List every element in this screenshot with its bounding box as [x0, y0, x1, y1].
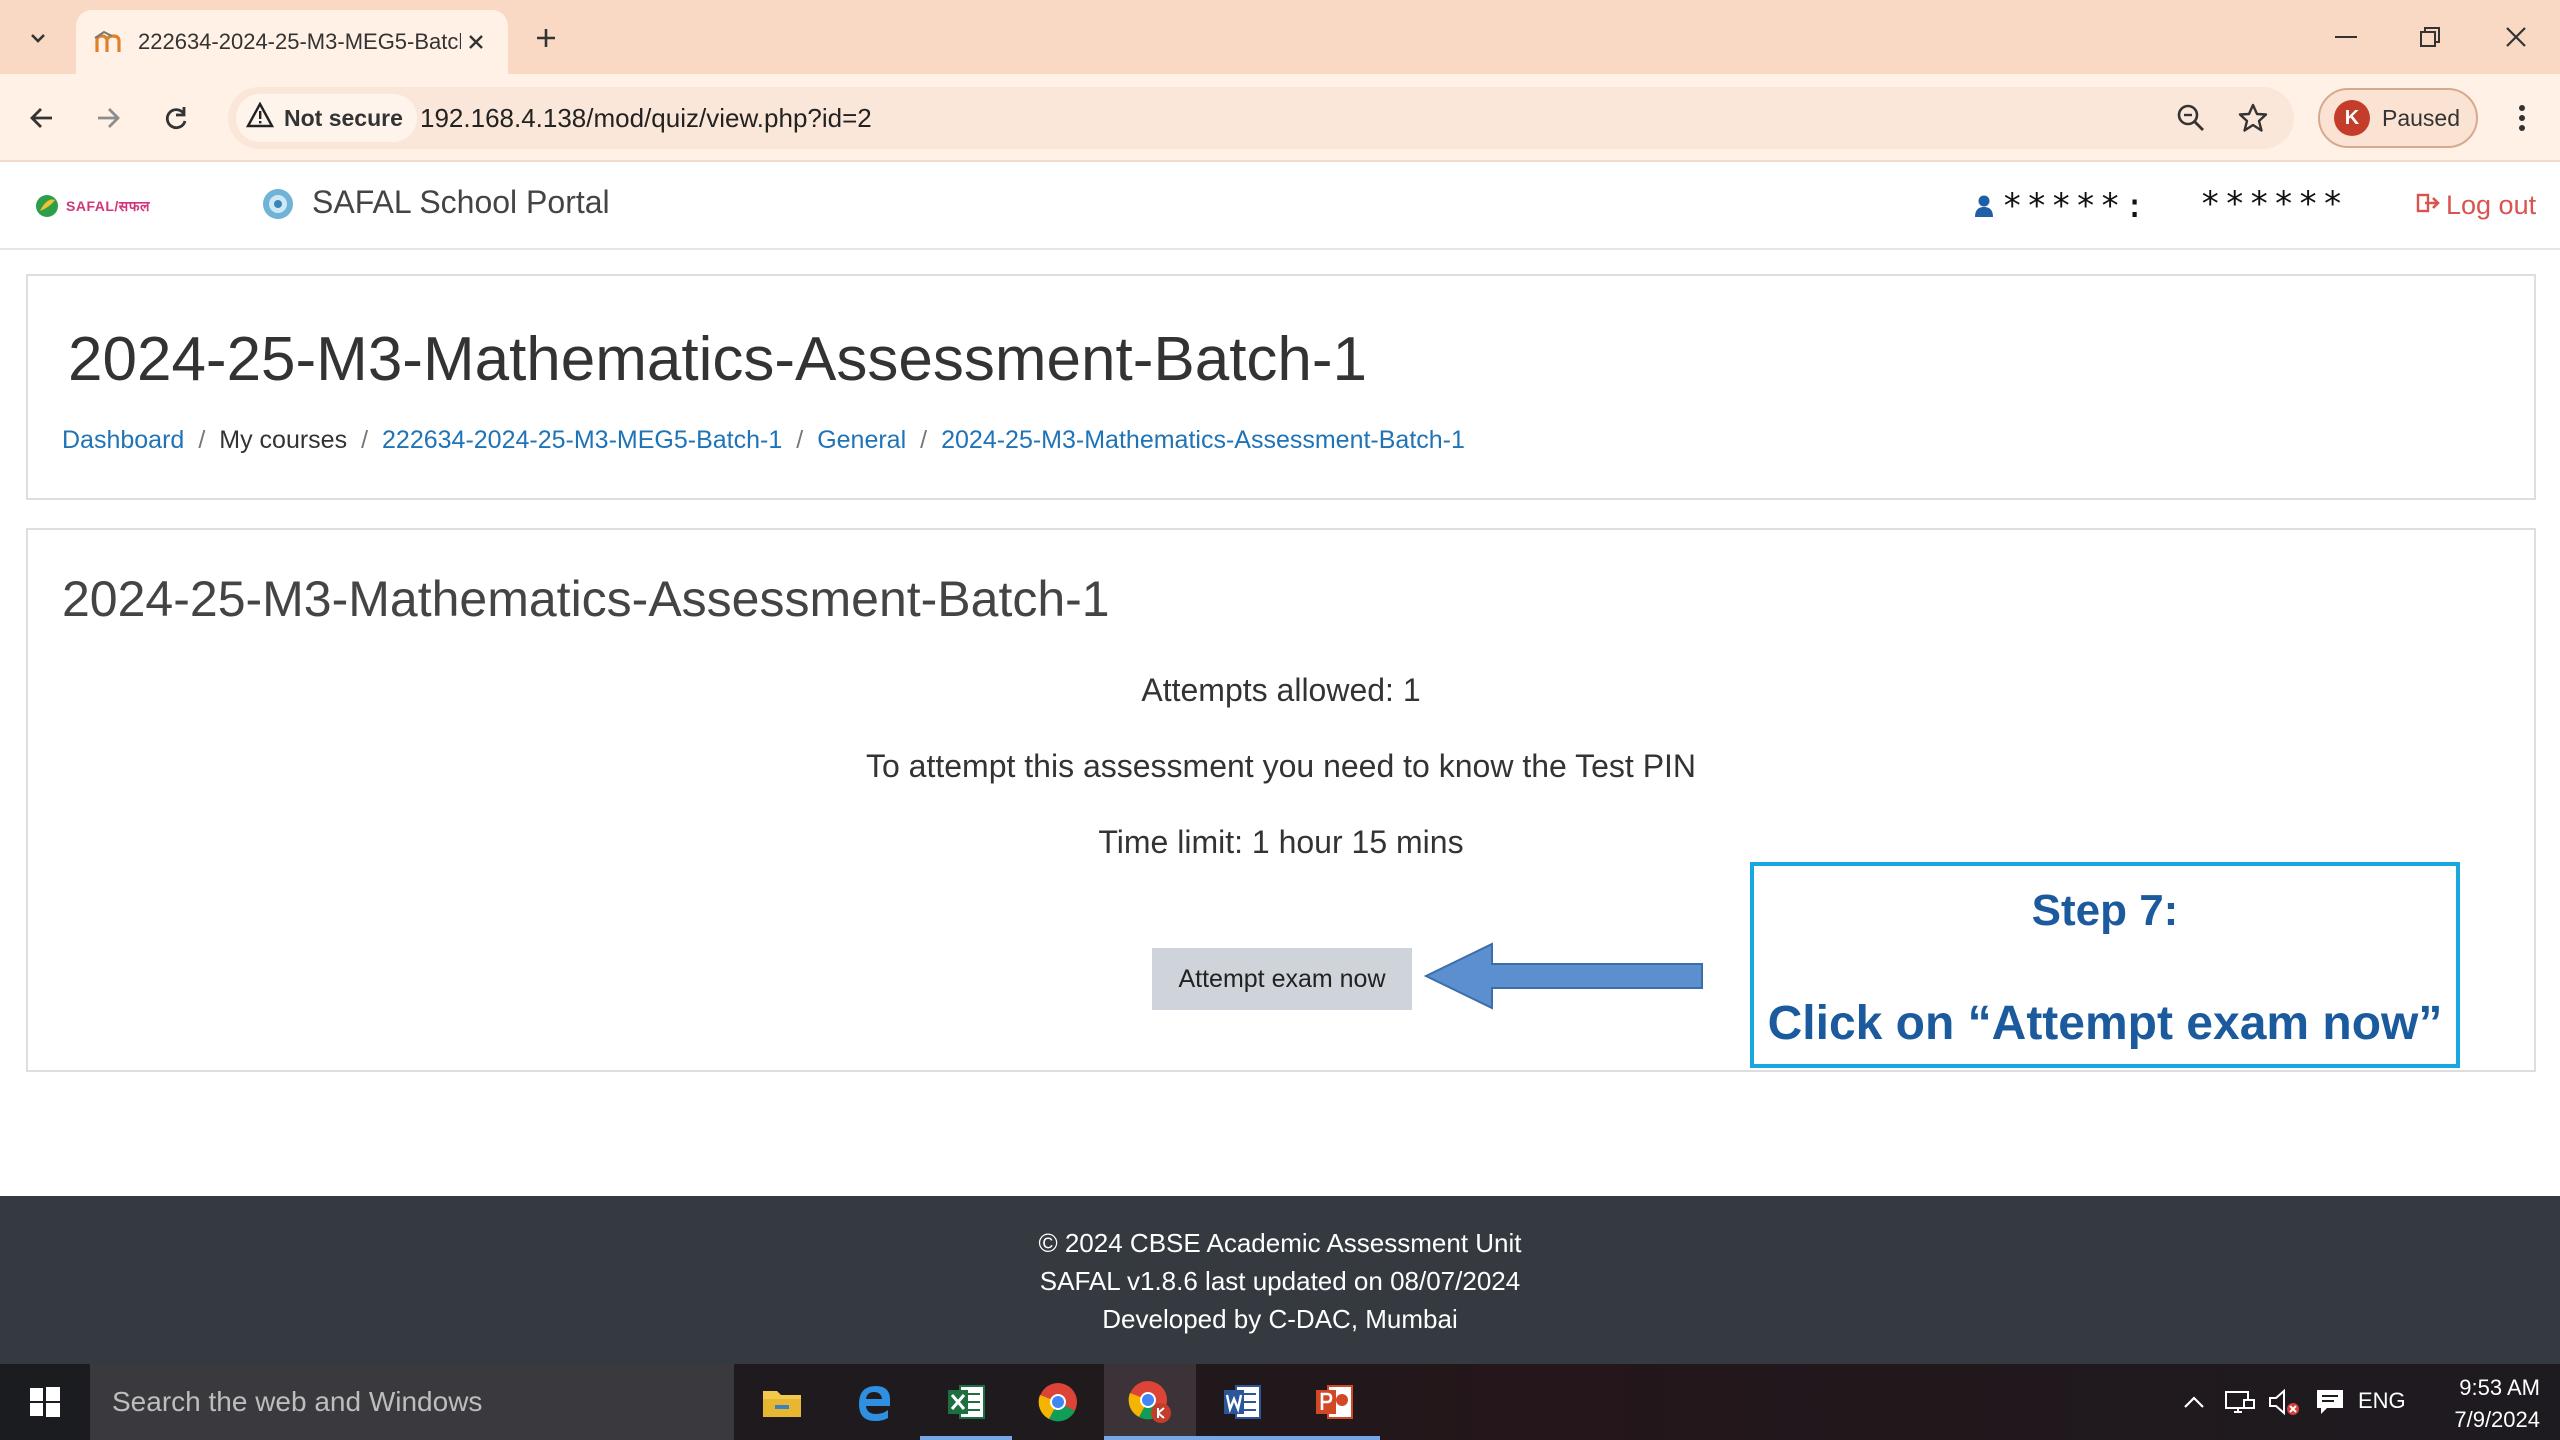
- edge-browser-icon[interactable]: [828, 1364, 920, 1440]
- safal-leaf-icon: [36, 195, 58, 217]
- clock-date: 7/9/2024: [2454, 1407, 2540, 1432]
- page-title: 2024-25-M3-Mathematics-Assessment-Batch-…: [68, 325, 1368, 394]
- user-name: *****:: [2002, 186, 2149, 226]
- tab-title: 222634-2024-25-M3-MEG5-Batch-1: [138, 29, 461, 54]
- test-pin-notice: To attempt this assessment you need to k…: [865, 748, 1697, 784]
- breadcrumb-course[interactable]: 222634-2024-25-M3-MEG5-Batch-1: [382, 426, 782, 455]
- step-instruction: Click on “Attempt exam now”: [1767, 997, 2443, 1050]
- bookmark-star-icon[interactable]: [2232, 97, 2274, 139]
- forward-arrow-icon[interactable]: [86, 96, 130, 140]
- breadcrumb-separator: /: [920, 426, 928, 454]
- new-tab-plus-icon[interactable]: [526, 18, 566, 58]
- chrome-icon[interactable]: [1012, 1364, 1104, 1440]
- browser-menu-kebab-icon[interactable]: [2500, 96, 2544, 140]
- reload-icon[interactable]: [154, 96, 198, 140]
- logout-link[interactable]: Log out: [2416, 190, 2536, 221]
- avatar: K: [2334, 100, 2370, 136]
- attempts-allowed: Attempts allowed: 1: [1141, 672, 1421, 708]
- url-text[interactable]: 192.168.4.138/mod/quiz/view.php?id=2: [420, 103, 872, 134]
- browser-tab-active[interactable]: 222634-2024-25-M3-MEG5-Batch-1: [76, 10, 508, 74]
- word-icon[interactable]: [1196, 1364, 1288, 1440]
- breadcrumb-general[interactable]: General: [817, 426, 906, 455]
- windows-taskbar: Search the web and Windows ENG 9:53 AM 7…: [0, 1364, 2560, 1440]
- browser-tab-strip: 222634-2024-25-M3-MEG5-Batch-1: [0, 0, 2560, 74]
- system-clock[interactable]: 9:53 AM 7/9/2024: [2430, 1372, 2540, 1436]
- quiz-title: 2024-25-M3-Mathematics-Assessment-Batch-…: [62, 571, 1110, 627]
- action-center-icon[interactable]: [2312, 1384, 2348, 1420]
- site-footer: © 2024 CBSE Academic Assessment Unit SAF…: [0, 1196, 2560, 1364]
- volume-muted-icon[interactable]: [2266, 1384, 2302, 1420]
- footer-developer: Developed by C-DAC, Mumbai: [1102, 1304, 1458, 1334]
- window-restore-icon[interactable]: [2400, 14, 2460, 60]
- user-menu[interactable]: *****:: [1974, 186, 2149, 226]
- window-minimize-icon[interactable]: [2316, 14, 2376, 60]
- page-header: 2024-25-M3-Mathematics-Assessment-Batch-…: [26, 274, 2536, 500]
- site-security-chip[interactable]: Not secure: [236, 94, 417, 142]
- user-id: ******: [2200, 184, 2347, 224]
- step-title: Step 7:: [2031, 886, 2179, 935]
- powerpoint-icon[interactable]: [1288, 1364, 1380, 1440]
- windows-start-icon[interactable]: [0, 1364, 90, 1440]
- profile-status: Paused: [2382, 104, 2461, 131]
- window-close-icon[interactable]: [2486, 14, 2546, 60]
- logout-label: Log out: [2446, 190, 2537, 220]
- show-hidden-icons-chevron-icon[interactable]: [2176, 1384, 2212, 1420]
- file-explorer-icon[interactable]: [736, 1364, 828, 1440]
- time-limit: Time limit: 1 hour 15 mins: [1098, 824, 1464, 860]
- address-bar[interactable]: Not secure 192.168.4.138/mod/quiz/view.p…: [228, 87, 2294, 149]
- annotation-arrow: [1424, 942, 1703, 1010]
- security-label: Not secure: [284, 104, 403, 131]
- breadcrumb-my-courses: My courses: [219, 426, 348, 454]
- profile-chip[interactable]: K Paused: [2318, 88, 2478, 148]
- attempt-exam-button[interactable]: Attempt exam now: [1152, 948, 1412, 1010]
- warning-triangle-icon: [245, 101, 275, 134]
- logo-text: SAFAL/सफल: [66, 197, 151, 214]
- logout-icon: [2416, 190, 2440, 221]
- portal-name[interactable]: SAFAL School Portal: [312, 184, 610, 221]
- step-callout: Step 7: Click on “Attempt exam now”: [1750, 862, 2460, 1068]
- zoom-magnifier-icon[interactable]: [2170, 97, 2212, 139]
- cbse-emblem-icon: [260, 184, 296, 224]
- breadcrumb-separator: /: [198, 426, 206, 454]
- safal-logo[interactable]: SAFAL/सफल: [34, 190, 200, 222]
- tab-close-icon[interactable]: [461, 26, 492, 58]
- browser-toolbar: Not secure 192.168.4.138/mod/quiz/view.p…: [0, 74, 2560, 162]
- footer-version: SAFAL v1.8.6 last updated on 08/07/2024: [1039, 1266, 1521, 1296]
- excel-icon[interactable]: [920, 1364, 1012, 1440]
- user-icon: [1974, 194, 1994, 218]
- back-arrow-icon[interactable]: [20, 96, 64, 140]
- input-language[interactable]: ENG: [2358, 1388, 2406, 1414]
- network-icon[interactable]: [2222, 1384, 2258, 1420]
- footer-copyright: © 2024 CBSE Academic Assessment Unit: [1038, 1228, 1522, 1258]
- moodle-favicon-icon: [94, 29, 124, 55]
- clock-time: 9:53 AM: [2459, 1375, 2540, 1400]
- breadcrumb-separator: /: [361, 426, 369, 454]
- breadcrumb-dashboard[interactable]: Dashboard: [62, 426, 184, 455]
- breadcrumb-quiz[interactable]: 2024-25-M3-Mathematics-Assessment-Batch-…: [941, 426, 1465, 455]
- breadcrumb-separator: /: [796, 426, 804, 454]
- taskbar-search-input[interactable]: Search the web and Windows: [90, 1364, 734, 1440]
- chrome-profile-k-icon[interactable]: [1104, 1364, 1196, 1440]
- breadcrumb: Dashboard / My courses / 222634-2024-25-…: [62, 426, 1465, 455]
- site-header: SAFAL/सफल SAFAL School Portal *****: ***…: [0, 162, 2560, 250]
- tab-search-chevron-icon[interactable]: [18, 18, 58, 58]
